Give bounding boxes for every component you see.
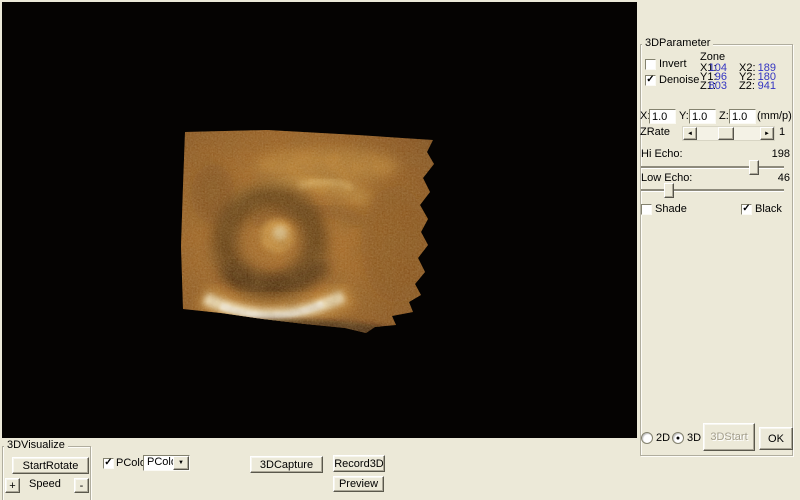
low-echo-value: 46 — [742, 173, 790, 184]
denoise-checkbox[interactable]: ✓ — [645, 75, 656, 86]
chevron-down-icon: ▼ — [178, 460, 184, 466]
pcolor-select-button[interactable]: ▼ — [173, 456, 189, 470]
ultrasound-render — [177, 126, 439, 338]
zone-z1-value: 803 — [707, 81, 727, 92]
scroll-left-icon: ◄ — [687, 131, 693, 137]
hi-echo-slider[interactable] — [641, 166, 784, 169]
zrate-scroll-left-button[interactable]: ◄ — [683, 127, 697, 140]
speed-label: Speed — [29, 479, 61, 490]
low-echo-slider-thumb[interactable] — [664, 183, 674, 198]
render-viewport[interactable] — [2, 2, 637, 438]
mode-3d-radio-label[interactable]: 3D — [687, 433, 701, 444]
checkmark-icon: ✓ — [742, 205, 750, 213]
app-window: 3DParameter Invert ✓ Denoise Zone X1: 10… — [0, 0, 800, 500]
speed-plus-button[interactable]: + — [5, 478, 20, 493]
zrate-value: 1 — [779, 127, 785, 138]
capture-3d-button[interactable]: 3DCapture — [250, 456, 323, 473]
y-scale-label: Y: — [679, 111, 689, 122]
invert-checkbox-label[interactable]: Invert — [659, 59, 687, 70]
zrate-scroll-right-button[interactable]: ► — [760, 127, 774, 140]
mode-2d-radio-label[interactable]: 2D — [656, 433, 670, 444]
record-3d-button[interactable]: Record3D — [333, 455, 385, 472]
z-scale-input[interactable] — [729, 109, 756, 124]
scale-unit-label: (mm/p) — [757, 111, 792, 122]
pcolor-checkbox[interactable]: ✓ — [103, 458, 114, 469]
parameter-panel: 3DParameter Invert ✓ Denoise Zone X1: 10… — [637, 0, 800, 500]
zone-z2-value: 941 — [750, 81, 776, 92]
scroll-right-icon: ► — [764, 131, 770, 137]
denoise-checkbox-label[interactable]: Denoise — [659, 75, 699, 86]
checkmark-icon: ✓ — [104, 459, 112, 467]
speed-minus-button[interactable]: - — [74, 478, 89, 493]
pcolor-select[interactable]: PColor ▼ — [143, 455, 190, 471]
hi-echo-label: Hi Echo: — [641, 149, 683, 160]
shade-checkbox-label[interactable]: Shade — [655, 204, 687, 215]
ok-button[interactable]: OK — [759, 427, 793, 450]
mode-3d-radio[interactable]: ● — [672, 432, 684, 444]
visualize-panel: 3DVisualize StartRotate + Speed - ✓ PCol… — [0, 438, 637, 500]
low-echo-slider[interactable] — [641, 189, 784, 192]
start-rotate-button[interactable]: StartRotate — [12, 457, 89, 474]
preview-button[interactable]: Preview — [333, 476, 384, 492]
invert-checkbox[interactable] — [645, 59, 656, 70]
parameter-groupbox — [640, 44, 793, 456]
z-scale-label: Z: — [719, 111, 729, 122]
visualize-groupbox-title: 3DVisualize — [4, 440, 68, 451]
y-scale-input[interactable] — [689, 109, 716, 124]
zrate-label: ZRate — [640, 127, 670, 138]
mode-2d-radio[interactable] — [641, 432, 653, 444]
parameter-groupbox-title: 3DParameter — [642, 38, 713, 49]
hi-echo-value: 198 — [742, 149, 790, 160]
shade-checkbox[interactable] — [641, 204, 652, 215]
checkmark-icon: ✓ — [646, 76, 654, 84]
zrate-scrollbar[interactable]: ◄ ► — [682, 126, 775, 141]
radio-dot-icon: ● — [676, 435, 680, 442]
black-checkbox-label[interactable]: Black — [755, 204, 782, 215]
x-scale-input[interactable] — [649, 109, 676, 124]
start-3d-button[interactable]: 3DStart — [703, 423, 755, 451]
zrate-scroll-thumb[interactable] — [718, 127, 734, 140]
black-checkbox[interactable]: ✓ — [741, 204, 752, 215]
